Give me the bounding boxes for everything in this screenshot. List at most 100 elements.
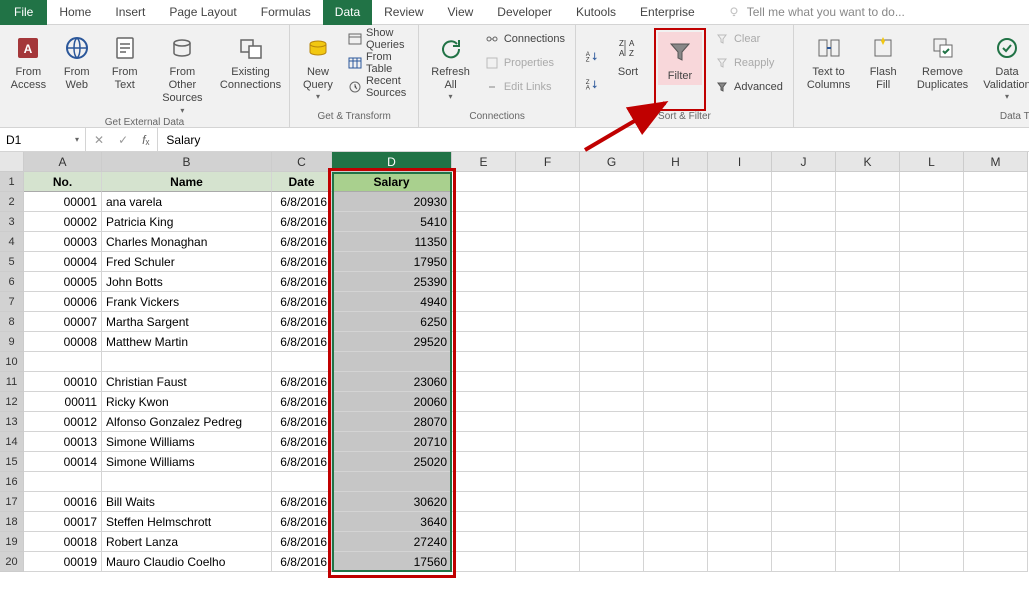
tab-data[interactable]: Data	[323, 0, 372, 25]
cell[interactable]	[836, 192, 900, 212]
cell[interactable]	[644, 512, 708, 532]
cell[interactable]: 20710	[332, 432, 452, 452]
cell[interactable]	[964, 292, 1028, 312]
cell[interactable]	[708, 512, 772, 532]
row-header[interactable]: 9	[0, 332, 24, 352]
cell[interactable]	[836, 512, 900, 532]
cell[interactable]: No.	[24, 172, 102, 192]
cell[interactable]: 6/8/2016	[272, 392, 332, 412]
from-table-button[interactable]: From Table	[344, 52, 412, 74]
cell[interactable]	[836, 232, 900, 252]
cell[interactable]	[964, 452, 1028, 472]
cell[interactable]	[964, 252, 1028, 272]
cell[interactable]	[708, 212, 772, 232]
cell[interactable]: 6/8/2016	[272, 492, 332, 512]
cell[interactable]	[516, 232, 580, 252]
cell[interactable]: Simone Williams	[102, 432, 272, 452]
cell[interactable]: 00004	[24, 252, 102, 272]
cell[interactable]	[836, 272, 900, 292]
cell[interactable]	[516, 372, 580, 392]
cell[interactable]: 25390	[332, 272, 452, 292]
cell[interactable]	[772, 392, 836, 412]
cell[interactable]: John Botts	[102, 272, 272, 292]
remove-duplicates-button[interactable]: Remove Duplicates	[909, 28, 976, 111]
row-header[interactable]: 11	[0, 372, 24, 392]
cell[interactable]: 6/8/2016	[272, 532, 332, 552]
from-other-sources-button[interactable]: From Other Sources ▾	[151, 28, 214, 117]
cell[interactable]	[644, 232, 708, 252]
cell[interactable]	[272, 472, 332, 492]
cell[interactable]: Martha Sargent	[102, 312, 272, 332]
cell[interactable]: 3640	[332, 512, 452, 532]
cell[interactable]	[516, 272, 580, 292]
cell[interactable]	[516, 172, 580, 192]
cell[interactable]	[836, 392, 900, 412]
cell[interactable]	[900, 272, 964, 292]
refresh-all-button[interactable]: Refresh All ▾	[425, 28, 476, 111]
cell[interactable]	[900, 432, 964, 452]
row-header[interactable]: 4	[0, 232, 24, 252]
cell[interactable]	[332, 352, 452, 372]
cell[interactable]	[964, 492, 1028, 512]
cell[interactable]	[102, 472, 272, 492]
cell[interactable]	[452, 492, 516, 512]
cell[interactable]	[836, 352, 900, 372]
cell[interactable]: Mauro Claudio Coelho	[102, 552, 272, 572]
cell[interactable]: 00011	[24, 392, 102, 412]
cell[interactable]	[516, 292, 580, 312]
cell[interactable]	[452, 332, 516, 352]
cell[interactable]	[708, 172, 772, 192]
row-header[interactable]: 1	[0, 172, 24, 192]
cell[interactable]	[272, 352, 332, 372]
cell[interactable]	[836, 412, 900, 432]
cell[interactable]	[964, 412, 1028, 432]
cell[interactable]	[964, 432, 1028, 452]
cell[interactable]: Charles Monaghan	[102, 232, 272, 252]
cell[interactable]	[516, 252, 580, 272]
cell[interactable]	[580, 452, 644, 472]
cell[interactable]	[772, 452, 836, 472]
tab-page-layout[interactable]: Page Layout	[157, 0, 248, 25]
cell[interactable]	[516, 312, 580, 332]
cell[interactable]	[772, 192, 836, 212]
cell[interactable]: 6/8/2016	[272, 332, 332, 352]
column-header-E[interactable]: E	[452, 152, 516, 171]
cell[interactable]: 6/8/2016	[272, 312, 332, 332]
cell[interactable]	[516, 432, 580, 452]
name-box[interactable]: D1 ▾	[0, 128, 86, 151]
column-header-D[interactable]: D	[332, 152, 452, 171]
from-access-button[interactable]: A From Access	[6, 28, 51, 117]
cell[interactable]	[708, 352, 772, 372]
tab-view[interactable]: View	[436, 0, 486, 25]
cell[interactable]	[580, 232, 644, 252]
cell[interactable]: 27240	[332, 532, 452, 552]
cell[interactable]: 6/8/2016	[272, 552, 332, 572]
cell[interactable]	[644, 452, 708, 472]
row-header[interactable]: 18	[0, 512, 24, 532]
cell[interactable]	[580, 412, 644, 432]
cell[interactable]	[452, 512, 516, 532]
cell[interactable]	[452, 412, 516, 432]
cell[interactable]: 00010	[24, 372, 102, 392]
cell[interactable]: 17560	[332, 552, 452, 572]
cell[interactable]	[644, 252, 708, 272]
sort-za-button[interactable]: ZA	[582, 73, 602, 95]
cell[interactable]	[964, 392, 1028, 412]
cell[interactable]	[772, 252, 836, 272]
show-queries-button[interactable]: Show Queries	[344, 28, 412, 50]
cell[interactable]	[708, 372, 772, 392]
cell[interactable]: 6/8/2016	[272, 372, 332, 392]
cell[interactable]: 00012	[24, 412, 102, 432]
cell[interactable]	[900, 352, 964, 372]
cell[interactable]	[580, 472, 644, 492]
confirm-icon[interactable]: ✓	[118, 133, 128, 147]
cell[interactable]: 00019	[24, 552, 102, 572]
cell[interactable]	[772, 332, 836, 352]
column-header-H[interactable]: H	[644, 152, 708, 171]
cell[interactable]	[452, 252, 516, 272]
cell[interactable]: Date	[272, 172, 332, 192]
cell[interactable]: 6/8/2016	[272, 432, 332, 452]
row-header[interactable]: 10	[0, 352, 24, 372]
cell[interactable]	[836, 552, 900, 572]
cell[interactable]: 5410	[332, 212, 452, 232]
